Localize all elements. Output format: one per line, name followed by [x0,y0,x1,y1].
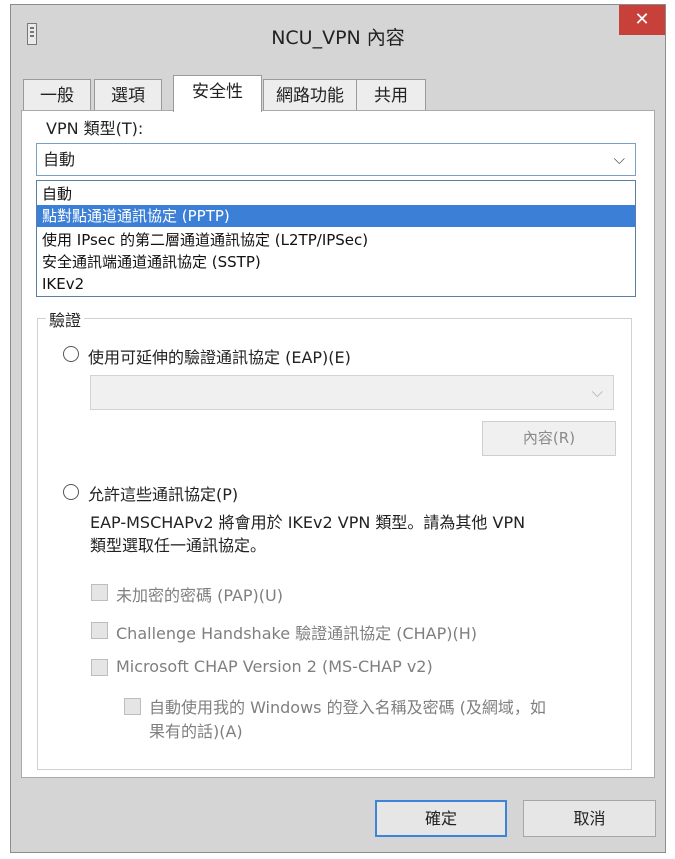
eap-radio[interactable] [63,346,79,362]
mschapv2-checkbox-label: Microsoft CHAP Version 2 (MS-CHAP v2) [116,657,433,676]
tab-security[interactable]: 安全性 [173,75,262,112]
close-button[interactable]: ✕ [619,5,665,35]
pap-checkbox [91,584,108,601]
vpn-option-sstp[interactable]: 安全通訊端通道通訊協定 (SSTP) [37,251,635,273]
close-icon[interactable]: ✕ [634,9,649,30]
vpn-type-selected-value: 自動 [43,150,76,169]
vpn-option-l2tp[interactable]: 使用 IPsec 的第二層通道通訊協定 (L2TP/IPSec) [37,229,635,251]
auto-windows-logon-checkbox [124,698,141,715]
tab-sharing[interactable]: 共用 [356,79,426,111]
eap-properties-button: 內容(R) [482,421,616,456]
auth-note-line-1: EAP-MSCHAPv2 將會用於 IKEv2 VPN 類型。請為其他 VPN [90,513,526,532]
chevron-down-icon[interactable]: ⌵ [614,144,625,175]
eap-method-select: ⌵ [90,375,614,410]
title-bar: NCU_VPN 內容 ✕ [11,5,665,63]
auto-windows-logon-label-line-1: 自動使用我的 Windows 的登入名稱及密碼 (及網域，如 [149,698,546,717]
authentication-group-title: 驗證 [46,307,85,331]
tab-networking[interactable]: 網路功能 [263,79,357,111]
vpn-type-label: VPN 類型(T): [46,119,144,138]
tab-general[interactable]: 一般 [23,79,91,111]
vpn-option-auto[interactable]: 自動 [37,183,635,205]
chap-checkbox [91,622,108,639]
mschapv2-checkbox [91,659,108,676]
allow-protocols-radio[interactable] [63,484,79,500]
auth-note-line-2: 類型選取任一通訊協定。 [90,536,267,555]
auto-windows-logon-label-line-2: 果有的話)(A) [149,722,243,741]
ok-button[interactable]: 確定 [375,800,507,837]
chap-checkbox-label: Challenge Handshake 驗證通訊協定 (CHAP)(H) [116,624,478,643]
allow-protocols-radio-label[interactable]: 允許這些通訊協定(P) [88,481,238,505]
vpn-type-select[interactable]: 自動 ⌵ [36,143,636,176]
eap-radio-label[interactable]: 使用可延伸的驗證通訊協定 (EAP)(E) [88,344,351,368]
chevron-down-icon: ⌵ [591,383,603,401]
tab-options[interactable]: 選項 [94,79,162,111]
window-title: NCU_VPN 內容 [271,27,405,49]
vpn-option-pptp[interactable]: 點對點通道通訊協定 (PPTP) [37,205,635,227]
vpn-type-dropdown-list: 自動 點對點通道通訊協定 (PPTP) 使用 IPsec 的第二層通道通訊協定 … [36,180,636,297]
cancel-button[interactable]: 取消 [523,800,656,837]
vpn-option-ikev2[interactable]: IKEv2 [37,273,635,295]
pap-checkbox-label: 未加密的密碼 (PAP)(U) [116,586,283,605]
